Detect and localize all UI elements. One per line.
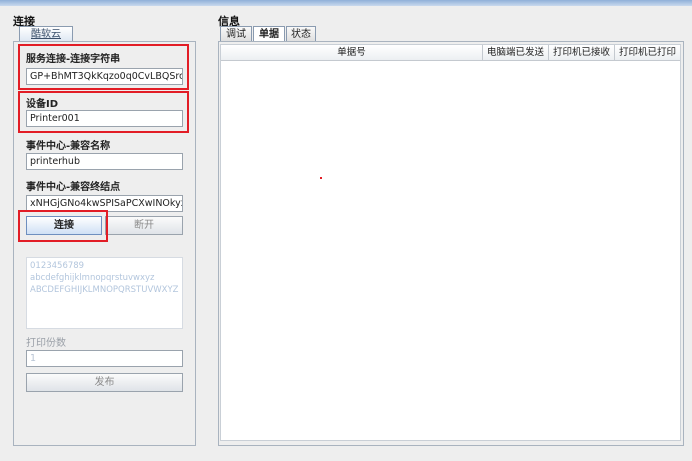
tab-status[interactable]: 状态 [286, 26, 316, 42]
sample-uppercase: ABCDEFGHIJKLMNOPQRSTUVWXYZ [30, 285, 179, 295]
hub-name-label: 事件中心-兼容名称 [26, 141, 111, 152]
copies-label: 打印份数 [26, 338, 66, 349]
sample-lowercase: abcdefghijklmnopqrstuvwxyz [30, 273, 155, 283]
publish-button[interactable]: 发布 [26, 373, 183, 392]
hub-name-field[interactable]: printerhub [26, 153, 183, 170]
tab-kuruanyun[interactable]: 酷软云 [19, 26, 73, 42]
cursor-dot [320, 177, 322, 179]
right-tab-strip: 调试 单据 状态 [218, 26, 688, 42]
tab-debug[interactable]: 调试 [220, 26, 252, 42]
sample-text-area[interactable]: 0123456789 abcdefghijklmnopqrstuvwxyz AB… [26, 257, 183, 329]
left-tab-strip: 酷软云 [13, 26, 208, 42]
column-header-pc-sent[interactable]: 电脑端已发送 [483, 45, 549, 61]
disconnect-button[interactable]: 断开 [105, 216, 183, 235]
copies-field[interactable]: 1 [26, 350, 183, 367]
conn-string-highlight [18, 44, 189, 90]
documents-table[interactable]: 单据号 电脑端已发送 打印机已接收 打印机已打印 [220, 44, 681, 441]
connect-button-highlight [18, 210, 108, 242]
column-header-doc-no[interactable]: 单据号 [221, 45, 483, 61]
column-header-printer-received[interactable]: 打印机已接收 [549, 45, 615, 61]
column-header-printer-printed[interactable]: 打印机已打印 [615, 45, 680, 61]
hub-endpoint-label: 事件中心-兼容终结点 [26, 182, 121, 193]
tab-documents[interactable]: 单据 [253, 26, 285, 42]
device-id-highlight [18, 91, 189, 133]
sample-digits: 0123456789 [30, 261, 85, 271]
